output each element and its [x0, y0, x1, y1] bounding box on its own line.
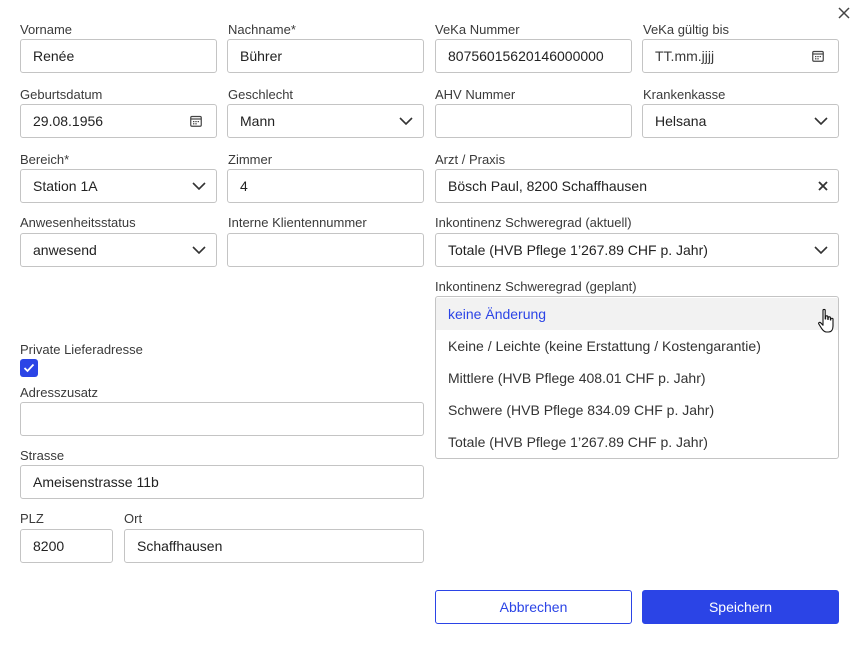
nachname-label: Nachname*	[228, 22, 296, 37]
ahv-nummer-field[interactable]	[435, 104, 632, 138]
strasse-value: Ameisenstrasse 11b	[33, 474, 159, 490]
krankenkasse-select[interactable]: Helsana	[642, 104, 839, 138]
chevron-down-icon	[399, 105, 413, 137]
ort-field[interactable]: Schaffhausen	[124, 529, 424, 563]
hand-cursor-icon	[816, 308, 838, 341]
inkontinenz-geplant-label: Inkontinenz Schweregrad (geplant)	[435, 279, 637, 294]
zimmer-value: 4	[240, 178, 248, 194]
klientennummer-label: Interne Klientennummer	[228, 215, 367, 230]
strasse-field[interactable]: Ameisenstrasse 11b	[20, 465, 424, 499]
dropdown-option[interactable]: Totale (HVB Pflege 1’267.89 CHF p. Jahr)	[436, 426, 838, 458]
veka-gueltig-placeholder: TT.mm.jjjj	[655, 48, 715, 64]
dropdown-option[interactable]: Mittlere (HVB Pflege 408.01 CHF p. Jahr)	[436, 362, 838, 394]
ort-value: Schaffhausen	[137, 538, 223, 554]
plz-value: 8200	[33, 538, 65, 554]
anwesenheit-value: anwesend	[33, 242, 97, 258]
adresszusatz-field[interactable]	[20, 402, 424, 436]
private-lieferadresse-checkbox[interactable]	[20, 359, 38, 377]
inkontinenz-aktuell-value: Totale (HVB Pflege 1’267.89 CHF p. Jahr)	[448, 242, 708, 258]
dropdown-option[interactable]: Keine / Leichte (keine Erstattung / Kost…	[436, 330, 838, 362]
klientennummer-field[interactable]	[227, 233, 424, 267]
geschlecht-label: Geschlecht	[228, 87, 294, 102]
private-lieferadresse-label: Private Lieferadresse	[20, 342, 143, 357]
dropdown-option[interactable]: keine Änderung	[436, 298, 838, 330]
inkontinenz-geplant-dropdown[interactable]: keine Änderung Keine / Leichte (keine Er…	[435, 296, 839, 459]
geburtsdatum-label: Geburtsdatum	[20, 87, 103, 102]
bereich-label: Bereich*	[20, 152, 70, 167]
strasse-label: Strasse	[20, 448, 65, 463]
plz-label: PLZ	[20, 511, 44, 526]
bereich-value: Station 1A	[33, 178, 98, 194]
vorname-label: Vorname	[20, 22, 73, 37]
veka-gueltig-field[interactable]: TT.mm.jjjj	[642, 39, 839, 73]
chevron-down-icon	[814, 105, 828, 137]
geburtsdatum-field[interactable]: 29.08.1956	[20, 104, 217, 138]
ort-label: Ort	[124, 511, 143, 526]
cancel-button[interactable]: Abbrechen	[435, 590, 632, 624]
geschlecht-value: Mann	[240, 113, 276, 129]
adresszusatz-label: Adresszusatz	[20, 385, 99, 400]
arzt-value: Bösch Paul, 8200 Schaffhausen	[448, 178, 648, 194]
zimmer-label: Zimmer	[228, 152, 273, 167]
zimmer-field[interactable]: 4	[227, 169, 424, 203]
nachname-field[interactable]: Bührer	[227, 39, 424, 73]
plz-field[interactable]: 8200	[20, 529, 113, 563]
veka-nummer-label: VeKa Nummer	[435, 22, 520, 37]
vorname-value: Renée	[33, 48, 75, 64]
krankenkasse-label: Krankenkasse	[643, 87, 726, 102]
close-icon[interactable]	[835, 4, 853, 22]
save-button[interactable]: Speichern	[642, 590, 839, 624]
chevron-down-icon	[814, 234, 828, 266]
anwesenheit-select[interactable]: anwesend	[20, 233, 217, 267]
bereich-select[interactable]: Station 1A	[20, 169, 217, 203]
chevron-down-icon	[192, 170, 206, 202]
inkontinenz-aktuell-label: Inkontinenz Schweregrad (aktuell)	[435, 215, 632, 230]
ahv-nummer-label: AHV Nummer	[435, 87, 516, 102]
arzt-label: Arzt / Praxis	[435, 152, 506, 167]
inkontinenz-aktuell-select[interactable]: Totale (HVB Pflege 1’267.89 CHF p. Jahr)	[435, 233, 839, 267]
anwesenheit-label: Anwesenheitsstatus	[20, 215, 136, 230]
check-icon	[23, 363, 35, 373]
nachname-value: Bührer	[240, 48, 283, 64]
veka-gueltig-label: VeKa gültig bis	[643, 22, 730, 37]
veka-nummer-value: 80756015620146000000	[448, 48, 604, 64]
dropdown-option[interactable]: Schwere (HVB Pflege 834.09 CHF p. Jahr)	[436, 394, 838, 426]
veka-nummer-field[interactable]: 80756015620146000000	[435, 39, 632, 73]
krankenkasse-value: Helsana	[655, 113, 707, 129]
calendar-icon[interactable]	[190, 105, 202, 137]
chevron-down-icon	[192, 234, 206, 266]
geschlecht-select[interactable]: Mann	[227, 104, 424, 138]
calendar-icon[interactable]	[812, 40, 824, 72]
clear-icon[interactable]	[818, 170, 828, 202]
geburtsdatum-value: 29.08.1956	[33, 113, 104, 129]
vorname-field[interactable]: Renée	[20, 39, 217, 73]
arzt-field[interactable]: Bösch Paul, 8200 Schaffhausen	[435, 169, 839, 203]
